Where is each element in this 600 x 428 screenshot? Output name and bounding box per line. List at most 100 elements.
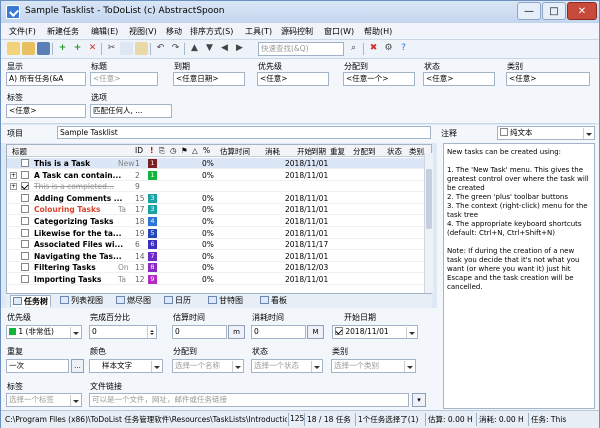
alloc-select[interactable]: 选择一个名称 [172,359,244,373]
priority-select[interactable]: 1 (非常低) [6,325,82,339]
task-title[interactable]: Adding Comments ... [34,194,126,203]
repeat-options-button[interactable]: ... [71,359,84,373]
spent-input[interactable]: 0 [251,325,306,339]
task-title[interactable]: This is a Task [34,159,126,168]
move-left-icon[interactable]: ◀ [218,42,231,55]
notes-format-select[interactable]: 纯文本 [497,126,595,140]
help-icon[interactable]: ? [397,42,410,55]
status-select[interactable]: 选择一个状态 [251,359,323,373]
task-title[interactable]: Filtering Tasks [34,263,126,272]
tags-filter-select[interactable]: <任意> [6,104,86,118]
copy-icon[interactable] [120,42,133,55]
percent-stepper[interactable] [147,326,156,338]
category-filter-select[interactable]: <任意> [506,72,590,86]
notes-textarea[interactable]: New tasks can be created using: 1. The '… [443,143,595,409]
menu-new-task[interactable]: 新建任务 [47,26,79,37]
task-checkbox[interactable] [21,170,29,179]
tags-select[interactable]: 选择一个标签 [6,393,82,407]
task-title[interactable]: This is a completed... [34,182,126,191]
col-repeat-header[interactable]: 重复 [330,146,345,157]
add-task-icon[interactable]: + [56,42,69,55]
warning-icon[interactable]: △ [192,146,198,155]
stop-icon[interactable]: ✖ [367,42,380,55]
percent-input[interactable]: 0 [89,325,157,339]
menu-window[interactable]: 窗口(W) [324,26,354,37]
table-row[interactable]: Importing Tasks Ta 12 9 0% 2018/11/01 [7,274,431,285]
col-start-header[interactable]: 开始 [297,146,312,157]
redo-icon[interactable]: ↷ [169,42,182,55]
project-name-field[interactable]: Sample Tasklist [57,126,431,139]
col-estimate-header[interactable]: 估算时间 [220,146,250,157]
tab-kanban[interactable]: 看板 [258,295,289,307]
flag-icon[interactable]: ⚑ [181,146,188,155]
maximize-button[interactable]: □ [542,2,566,20]
task-checkbox[interactable] [21,251,29,260]
menu-edit[interactable]: 编辑(E) [91,26,118,37]
task-title[interactable]: Likewise for the ta... [34,229,126,238]
task-checkbox[interactable] [21,205,29,214]
task-checkbox[interactable] [21,228,29,237]
color-select[interactable]: 样本文字 [89,359,163,373]
options-select[interactable]: 匹配任何人, ... [90,104,172,118]
save-icon[interactable] [37,42,50,55]
menu-file[interactable]: 文件(F) [9,26,36,37]
col-category-header[interactable]: 类别 [409,146,424,157]
spent-unit-button[interactable]: M [307,325,324,339]
col-title-header[interactable]: 标题 [12,146,27,157]
table-row[interactable]: + This is a completed... 9 [7,181,431,193]
col-priority-header[interactable]: ! [150,146,153,155]
clock-icon[interactable]: ◷ [170,146,177,155]
menu-help[interactable]: 帮助(H) [364,26,392,37]
table-row[interactable]: Associated Files wi... 6 6 0% 2018/11/17 [7,239,431,251]
task-title[interactable]: Navigating the Tas... [34,252,126,261]
col-spent-header[interactable]: 消耗 [265,146,280,157]
tab-list-view[interactable]: 列表视图 [58,295,105,307]
quick-find-input[interactable]: 快速查找(&Q) [258,42,344,56]
open-folder-icon[interactable] [22,42,35,55]
estimate-unit-button[interactable]: m [228,325,245,339]
title-filter-input[interactable]: <任意> [90,72,158,86]
tab-task-tree[interactable]: 任务树 [10,295,51,307]
task-checkbox[interactable] [21,182,29,191]
col-due-header[interactable]: 到期 [311,146,326,157]
delete-task-icon[interactable]: ✕ [86,42,99,55]
paste-icon[interactable] [135,42,148,55]
task-checkbox[interactable] [21,263,29,272]
table-row[interactable]: Categorizing Tasks 18 4 0% 2018/11/01 [7,216,431,227]
filelink-input[interactable]: 可以是一个文件，网址，邮件或任务链接 [89,393,409,407]
new-tasklist-icon[interactable] [7,42,20,55]
cut-icon[interactable]: ✂ [105,42,118,55]
menu-sort[interactable]: 排序方式(S) [190,26,233,37]
minimize-button[interactable]: — [517,2,541,20]
task-title[interactable]: Categorizing Tasks [34,217,126,226]
task-title[interactable]: Colouring Tasks [34,205,126,214]
task-checkbox[interactable] [21,217,29,225]
menu-move[interactable]: 移动 [166,26,182,37]
task-title[interactable]: A Task can contain... [34,171,126,180]
table-row[interactable]: Likewise for the ta... 19 5 0% 2018/11/01 [7,228,431,239]
browse-button[interactable]: ▾ [412,393,426,407]
task-checkbox[interactable] [21,275,29,283]
task-tree[interactable]: 标题 ID ! ⎘ ◷ ⚑ △ % 估算时间 消耗 开始 到期 重复 分配到 状… [6,144,432,294]
table-row[interactable]: Colouring Tasks Ta 17 3 0% 2018/11/01 [7,204,431,216]
start-date-input[interactable]: 2018/11/01 [332,325,418,339]
table-row[interactable]: Navigating the Tas... 14 7 0% 2018/11/01 [7,251,431,262]
move-down-icon[interactable]: ▼ [203,42,216,55]
tab-calendar[interactable]: 日历 [162,295,193,307]
tab-gantt[interactable]: 甘特图 [206,295,245,307]
preferences-icon[interactable]: ⚙ [382,42,395,55]
col-percent-header[interactable]: % [203,146,210,155]
attachment-icon[interactable]: ⎘ [159,146,165,156]
category-select[interactable]: 选择一个类别 [331,359,416,373]
alloc-filter-select[interactable]: <任意一个> [343,72,415,86]
col-status-header[interactable]: 状态 [387,146,402,157]
undo-icon[interactable]: ↶ [154,42,167,55]
menu-tools[interactable]: 工具(T) [245,26,272,37]
priority-filter-select[interactable]: <任意> [257,72,329,86]
expand-icon[interactable]: + [10,171,17,179]
add-subtask-icon[interactable]: + [71,42,84,55]
move-right-icon[interactable]: ▶ [233,42,246,55]
repeat-select[interactable]: 一次 [6,359,69,373]
move-up-icon[interactable]: ▲ [188,42,201,55]
task-checkbox[interactable] [21,193,29,202]
